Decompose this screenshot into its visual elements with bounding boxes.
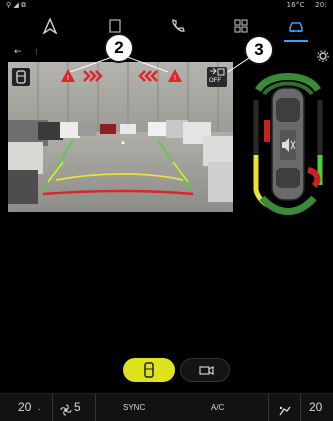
fan-icon[interactable] [60, 401, 72, 416]
camera-mode-icon[interactable] [12, 68, 30, 86]
ac-button[interactable]: A/C [211, 403, 224, 412]
decimal-mark: . [38, 402, 41, 412]
media-icon[interactable] [107, 18, 123, 34]
svg-text:!: ! [67, 74, 70, 82]
temperature-readout: 16°C [286, 1, 305, 9]
left-temperature[interactable]: 20 [18, 400, 31, 414]
air-flow-seat-icon[interactable] [278, 402, 292, 416]
parking-sensor-panel [248, 70, 328, 220]
rear-camera-view: ! ! OFF [8, 62, 233, 212]
back-arrow-icon[interactable]: ← [14, 47, 22, 57]
divider [95, 394, 96, 421]
cross-traffic-status: OFF [209, 78, 221, 84]
rear-camera-icon [144, 362, 154, 378]
sensor-sound-mute-button[interactable] [272, 140, 288, 156]
divider-mark: ⁞ [35, 47, 38, 56]
status-bar: ⚲ ◢ ⧉ 16°C 20: [0, 0, 333, 10]
clock: 20: [315, 1, 327, 9]
apps-grid-icon[interactable] [233, 18, 249, 34]
camera-icon [199, 366, 214, 375]
front-camera-button[interactable] [180, 358, 230, 382]
rear-camera-button[interactable] [123, 358, 175, 382]
divider [52, 394, 53, 421]
active-tab-indicator [284, 40, 308, 42]
right-temperature[interactable]: 20 [309, 400, 322, 414]
status-right: 16°C 20: [287, 1, 327, 9]
svg-text:!: ! [174, 74, 177, 82]
top-navigation [0, 10, 333, 42]
divider [300, 394, 301, 421]
callout-leader-lines [69, 54, 256, 73]
vehicle-icon[interactable] [288, 18, 304, 34]
fan-speed[interactable]: 5 [74, 400, 81, 414]
settings-gear-icon[interactable] [317, 47, 329, 62]
climate-bar: 20 . 5 SYNC A/C 20 [0, 393, 333, 421]
navigation-icon[interactable] [42, 17, 58, 36]
status-icons: ⚲ ◢ ⧉ [6, 1, 26, 9]
divider [268, 394, 269, 421]
sync-button[interactable]: SYNC [123, 403, 145, 412]
phone-icon[interactable] [170, 18, 186, 34]
